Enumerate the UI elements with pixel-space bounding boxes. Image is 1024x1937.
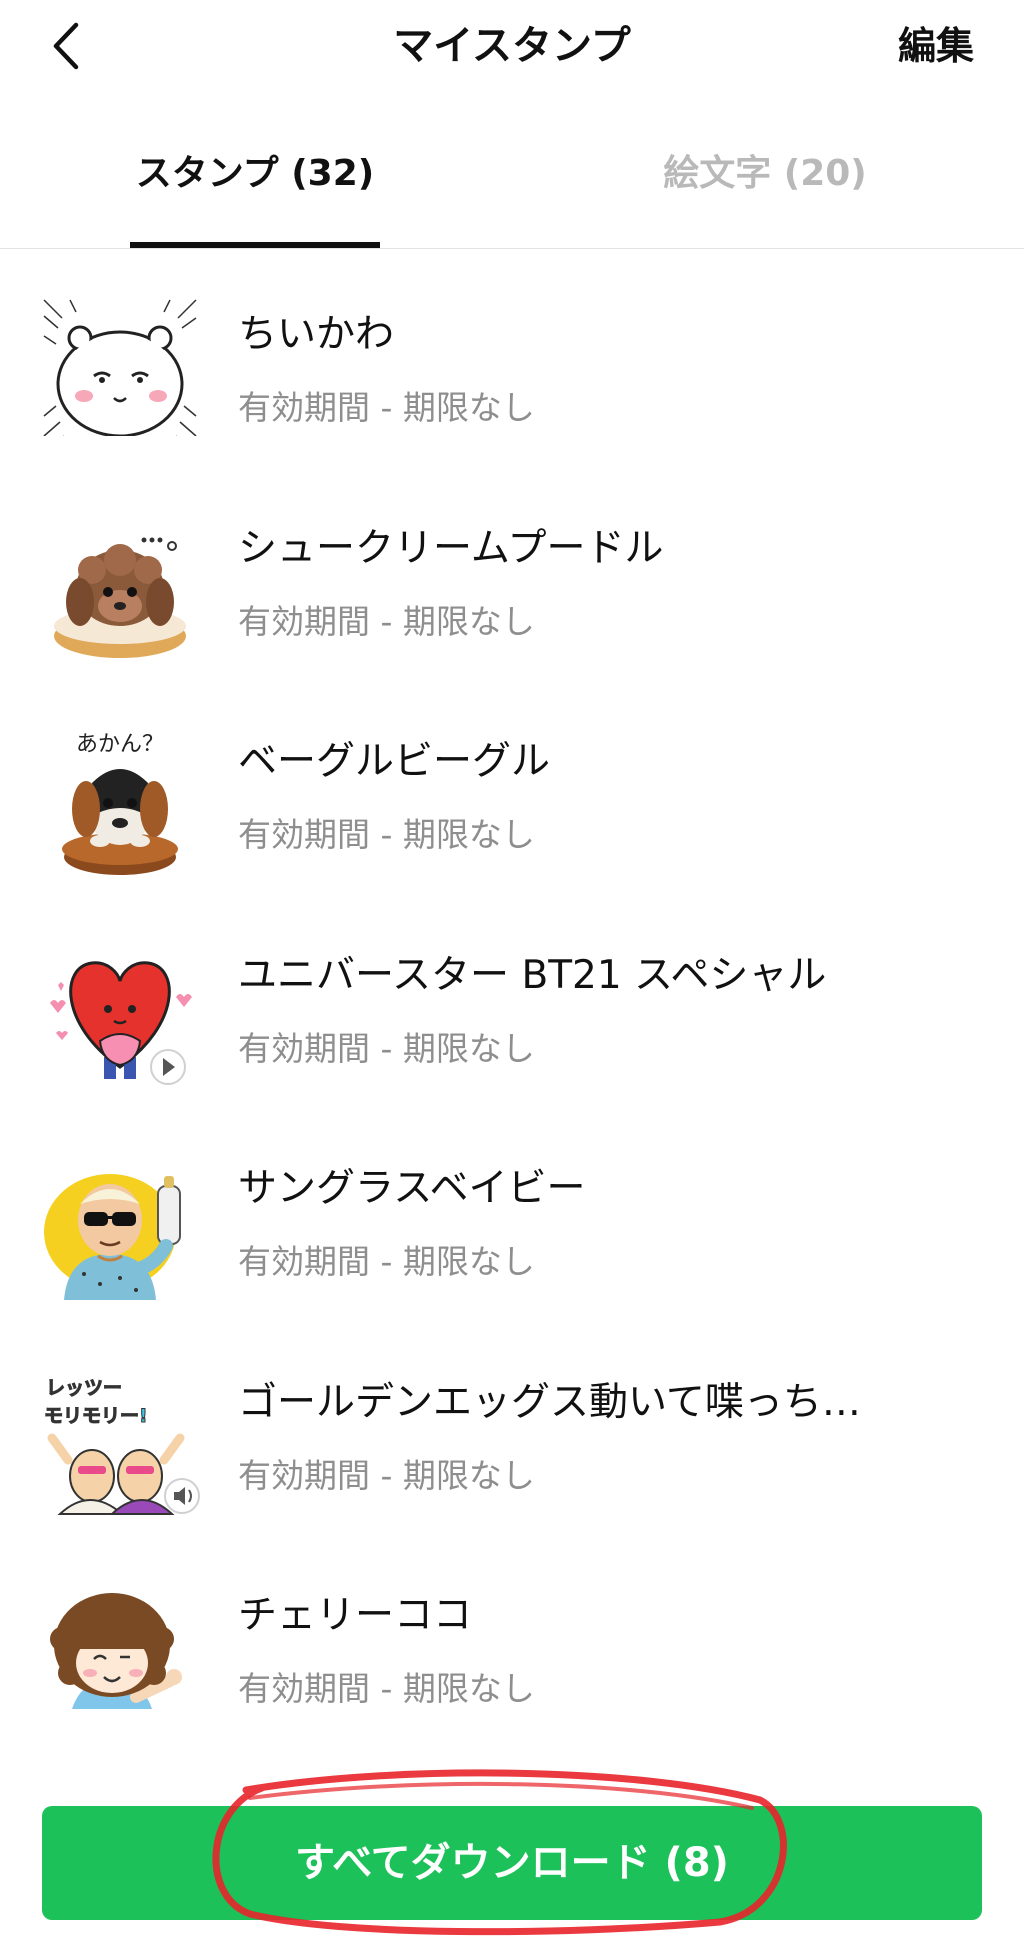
page-title: マイスタンプ: [393, 23, 631, 69]
sticker-thumbnail: [40, 299, 200, 456]
sticker-name: ベーグルビーグル: [238, 739, 551, 784]
sticker-period: 有効期間 - 期限なし: [238, 1242, 535, 1281]
tab-bar: スタンプ (32) 絵文字 (20): [0, 130, 1024, 249]
sticker-period: 有効期間 - 期限なし: [238, 815, 535, 854]
list-item[interactable]: レッツー モリモリー! ゴールデンエッグス動いて喋っち… 有効期間 - 期限なし: [0, 1344, 1024, 1558]
tab-emoji[interactable]: 絵文字 (20): [640, 130, 890, 248]
sticker-thumbnail: レッツー モリモリー!: [44, 1376, 200, 1515]
tab-stamps[interactable]: スタンプ (32): [130, 130, 380, 248]
edit-button[interactable]: 編集: [898, 14, 974, 78]
sticker-name: サングラスベイビー: [238, 1166, 586, 1211]
download-area: すべてダウンロード (8): [42, 1806, 982, 1920]
sticker-thumbnail-text: モリモリー!: [44, 1405, 148, 1427]
sticker-period: 有効期間 - 期限なし: [238, 1028, 535, 1068]
sticker-thumbnail: あかん？: [62, 732, 178, 875]
list-item[interactable]: あかん？ ベーグルビーグル 有効期間 - 期限なし: [0, 703, 1024, 917]
sticker-name: ちいかわ: [238, 312, 395, 357]
tab-emoji-label: 絵文字 (20): [663, 153, 867, 194]
sticker-period: 有効期間 - 期限なし: [238, 601, 535, 641]
tab-stamps-label: スタンプ (32): [135, 153, 375, 194]
sticker-thumbnail-text: レッツー: [46, 1377, 122, 1399]
list-item[interactable]: チェリーココ 有効期間 - 期限なし: [0, 1557, 1024, 1771]
sticker-period: 有効期間 - 期限なし: [238, 1455, 535, 1495]
list-item[interactable]: ちいかわ 有効期間 - 期限なし: [0, 276, 1024, 490]
sticker-list: ちいかわ 有効期間 - 期限なし シュークリームプードル 有効期間 - 期限なし…: [0, 276, 1024, 1771]
sticker-thumbnail: [44, 1174, 181, 1300]
chevron-left-icon: [53, 22, 79, 70]
sticker-thumbnail: [50, 960, 192, 1085]
sticker-thumbnail: [54, 537, 186, 658]
sticker-thumbnail-text: あかん？: [76, 732, 164, 757]
sticker-thumbnail: [50, 1593, 182, 1709]
header: マイスタンプ 編集: [0, 0, 1024, 100]
sticker-name: ゴールデンエッグス動いて喋っち…: [238, 1379, 861, 1425]
download-all-button[interactable]: すべてダウンロード (8): [42, 1806, 982, 1920]
list-item[interactable]: ユニバースター BT21 スペシャル 有効期間 - 期限なし: [0, 917, 1024, 1131]
active-tab-indicator: [130, 242, 380, 248]
sticker-name: チェリーココ: [238, 1593, 473, 1638]
sticker-name: ユニバースター BT21 スペシャル: [238, 952, 827, 998]
sticker-name: シュークリームプードル: [238, 525, 664, 571]
list-item[interactable]: シュークリームプードル 有効期間 - 期限なし: [0, 490, 1024, 704]
sticker-period: 有効期間 - 期限なし: [238, 388, 535, 427]
back-button[interactable]: [36, 14, 96, 78]
list-item[interactable]: サングラスベイビー 有効期間 - 期限なし: [0, 1130, 1024, 1344]
sticker-period: 有効期間 - 期限なし: [238, 1669, 535, 1708]
